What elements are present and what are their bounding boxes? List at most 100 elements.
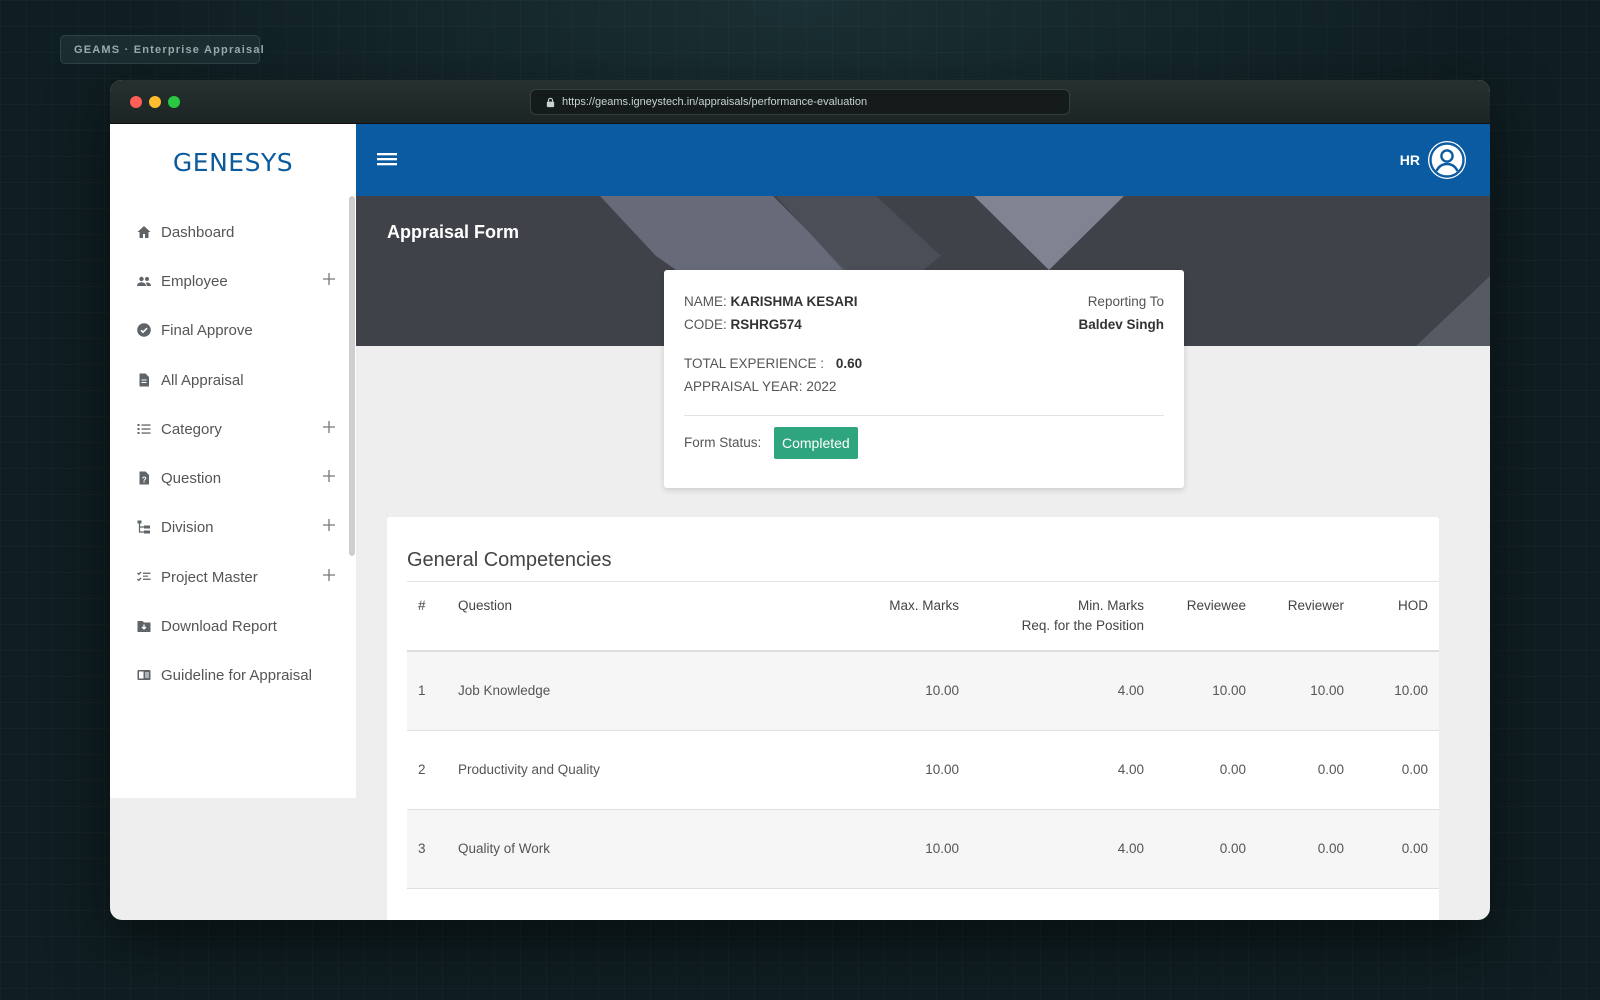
min-marks-line2: Req. for the Position <box>1021 618 1144 633</box>
cell-reviewer: 0.00 <box>1257 730 1355 810</box>
sidebar-item-label: Division <box>161 518 214 536</box>
general-competencies-panel: General Competencies # Question Max. Mar… <box>387 517 1439 920</box>
browser-window: https://geams.igneystech.in/appraisals/p… <box>110 80 1490 920</box>
code-label: CODE: <box>684 317 727 332</box>
expand-icon[interactable] <box>322 420 336 434</box>
cell-reviewee: 0.00 <box>1155 809 1257 889</box>
sidebar-item-guideline[interactable]: Guideline for Appraisal <box>136 661 336 689</box>
table-row: 3 Quality of Work 10.00 4.00 0.00 0.00 0… <box>407 809 1439 889</box>
min-marks-line1: Min. Marks <box>1077 598 1144 613</box>
minimize-window-button[interactable] <box>149 96 161 108</box>
experience-value: 0.60 <box>835 356 863 371</box>
sidebar-item-label: All Appraisal <box>161 371 244 389</box>
expand-icon[interactable] <box>322 518 336 532</box>
check-circle-icon <box>137 323 151 337</box>
sidebar-item-label: Question <box>161 469 222 487</box>
expand-icon[interactable] <box>322 568 336 582</box>
hamburger-menu-icon[interactable] <box>377 150 397 168</box>
list-icon <box>137 424 151 434</box>
logo-mark: GENESYS <box>173 148 293 177</box>
user-avatar[interactable] <box>1428 141 1466 179</box>
competencies-table: # Question Max. Marks Min. Marks Req. fo… <box>407 581 1439 889</box>
col-number: # <box>407 581 447 652</box>
cell-reviewee: 0.00 <box>1155 730 1257 810</box>
sidebar-item-employee[interactable]: Employee <box>136 267 336 295</box>
sidebar-item-label: Guideline for Appraisal <box>161 666 312 684</box>
appraisal-year-row: APPRAISAL YEAR: 2022 <box>684 379 836 394</box>
cell-min: 4.00 <box>970 651 1155 731</box>
cell-question: Productivity and Quality <box>447 730 840 810</box>
document-icon <box>139 373 149 387</box>
employee-code-row: CODE: RSHRG574 <box>684 317 802 332</box>
people-icon <box>137 276 151 286</box>
appraisal-year-label: APPRAISAL YEAR: <box>684 379 803 394</box>
reporting-to-label: Reporting To <box>1087 294 1164 309</box>
cell-hod: 0.00 <box>1355 730 1439 810</box>
user-icon <box>1429 142 1465 178</box>
cell-number: 1 <box>407 651 447 731</box>
cell-number: 2 <box>407 730 447 810</box>
page-title: Appraisal Form <box>387 222 520 242</box>
employee-name-row: NAME: KARISHMA KESARI <box>684 294 858 309</box>
cell-min: 4.00 <box>970 809 1155 889</box>
home-icon <box>137 226 151 238</box>
cell-number: 3 <box>407 809 447 889</box>
sidebar-item-category[interactable]: Category <box>136 415 336 443</box>
question-file-icon: ? <box>139 471 149 485</box>
book-icon <box>137 670 151 680</box>
maximize-window-button[interactable] <box>168 96 180 108</box>
reporting-to-value: Baldev Singh <box>1078 317 1164 332</box>
url-text: https://geams.igneystech.in/appraisals/p… <box>562 96 868 108</box>
sidebar-item-label: Project Master <box>161 568 258 586</box>
brand-chip: GEAMS · Enterprise Appraisal <box>60 35 264 64</box>
download-folder-icon <box>137 621 151 632</box>
experience-row: TOTAL EXPERIENCE : 0.60 <box>684 356 862 371</box>
sidebar-item-label: Download Report <box>161 617 277 635</box>
col-hod: HOD <box>1355 581 1439 652</box>
address-bar[interactable]: https://geams.igneystech.in/appraisals/p… <box>530 89 1070 115</box>
col-question: Question <box>447 581 840 652</box>
top-navbar: HR <box>356 124 1490 196</box>
employee-code: RSHRG574 <box>730 317 802 332</box>
cell-reviewer: 10.00 <box>1257 651 1355 731</box>
employee-info-card: NAME: KARISHMA KESARI CODE: RSHRG574 Rep… <box>664 270 1184 488</box>
cell-max: 10.00 <box>840 730 970 810</box>
expand-icon[interactable] <box>322 469 336 483</box>
table-row: 2 Productivity and Quality 10.00 4.00 0.… <box>407 730 1439 810</box>
divider <box>684 415 1164 416</box>
sidebar-item-project-master[interactable]: Project Master <box>136 563 336 591</box>
hierarchy-icon <box>137 520 150 534</box>
sidebar-item-dashboard[interactable]: Dashboard <box>136 218 336 246</box>
form-status-label: Form Status: <box>684 435 762 450</box>
sidebar-scrollbar[interactable] <box>349 196 355 556</box>
sidebar: GENESYS Dashboard Employee Final Approve… <box>110 124 356 798</box>
appraisal-year-value: 2022 <box>806 379 837 394</box>
sidebar-item-download-report[interactable]: Download Report <box>136 612 336 640</box>
close-window-button[interactable] <box>130 96 142 108</box>
employee-name: KARISHMA KESARI <box>730 294 858 309</box>
cell-question: Quality of Work <box>447 809 840 889</box>
sidebar-item-final-approve[interactable]: Final Approve <box>136 316 336 344</box>
cell-min: 4.00 <box>970 730 1155 810</box>
status-badge: Completed <box>774 427 858 459</box>
browser-titlebar: https://geams.igneystech.in/appraisals/p… <box>110 80 1490 124</box>
expand-icon[interactable] <box>322 272 336 286</box>
sidebar-item-label: Employee <box>161 272 228 290</box>
user-role-label[interactable]: HR <box>1400 152 1420 168</box>
col-max-marks: Max. Marks <box>840 581 970 652</box>
table-header-row: # Question Max. Marks Min. Marks Req. fo… <box>407 581 1439 652</box>
svg-text:GENESYS: GENESYS <box>173 148 293 177</box>
sidebar-item-question[interactable]: ? Question <box>136 464 336 492</box>
col-reviewee: Reviewee <box>1155 581 1257 652</box>
app-content: GENESYS Dashboard Employee Final Approve… <box>110 124 1490 920</box>
experience-label: TOTAL EXPERIENCE : <box>684 356 825 371</box>
checklist-icon <box>137 571 151 582</box>
sidebar-item-all-appraisal[interactable]: All Appraisal <box>136 366 336 394</box>
cell-reviewer: 0.00 <box>1257 809 1355 889</box>
sidebar-item-division[interactable]: Division <box>136 513 336 541</box>
svg-text:?: ? <box>142 476 147 485</box>
cell-hod: 0.00 <box>1355 809 1439 889</box>
cell-question: Job Knowledge <box>447 651 840 731</box>
genesys-logo[interactable]: GENESYS <box>110 124 356 200</box>
sidebar-item-label: Dashboard <box>161 223 235 241</box>
